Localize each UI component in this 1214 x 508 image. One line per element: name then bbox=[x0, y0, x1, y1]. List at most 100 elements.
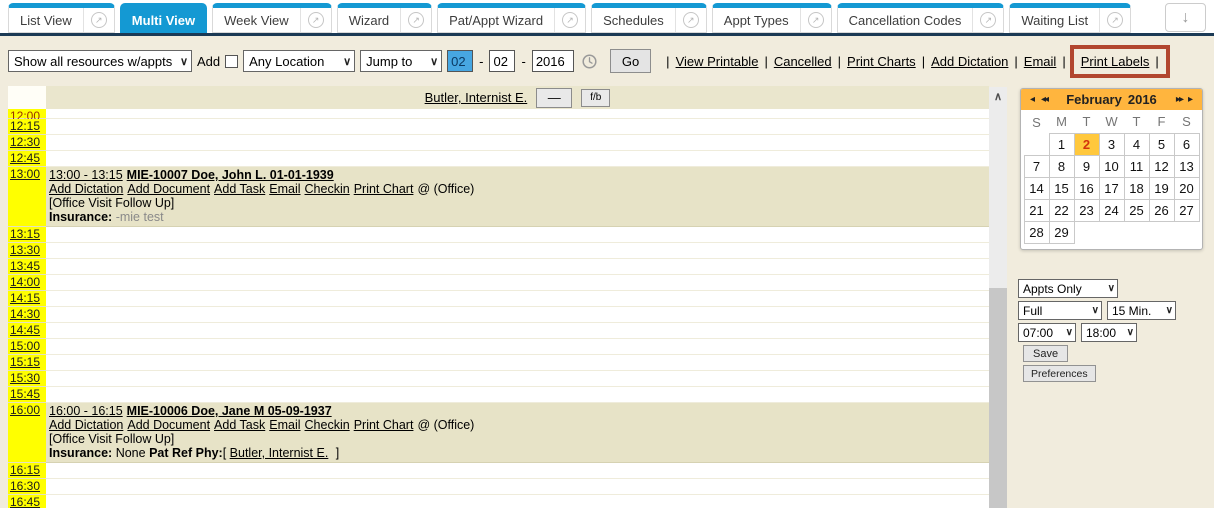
tab-schedules[interactable]: Schedules↗ bbox=[591, 3, 707, 33]
tab-cancellation-codes[interactable]: Cancellation Codes↗ bbox=[837, 3, 1005, 33]
day-cell-3[interactable]: 3 bbox=[1099, 133, 1124, 155]
day-cell-23[interactable]: 23 bbox=[1074, 199, 1099, 221]
next-year-icon[interactable]: ▸▸ bbox=[1173, 94, 1185, 105]
day-cell-2[interactable]: 2 bbox=[1074, 133, 1099, 155]
action-link-print-charts[interactable]: Print Charts bbox=[847, 54, 916, 69]
view-mode-select[interactable]: Appts Only ∨ bbox=[1018, 279, 1118, 298]
empty-slot[interactable] bbox=[46, 339, 989, 355]
tab-icon-section[interactable]: ↗ bbox=[400, 8, 431, 32]
appt-action-email[interactable]: Email bbox=[269, 182, 300, 196]
time-link[interactable]: 15:00 bbox=[10, 339, 40, 353]
time-link[interactable]: 12:45 bbox=[10, 151, 40, 165]
day-cell-21[interactable]: 21 bbox=[1024, 199, 1049, 221]
day-cell-11[interactable]: 11 bbox=[1124, 155, 1149, 177]
day-cell-17[interactable]: 17 bbox=[1099, 177, 1124, 199]
time-link[interactable]: 14:15 bbox=[10, 291, 40, 305]
date-day-input[interactable]: 02 bbox=[489, 50, 515, 72]
time-link[interactable]: 16:00 bbox=[10, 403, 40, 417]
tab-appt-types[interactable]: Appt Types↗ bbox=[712, 3, 832, 33]
day-cell-9[interactable]: 9 bbox=[1074, 155, 1099, 177]
interval-select[interactable]: 15 Min. ∨ bbox=[1107, 301, 1176, 320]
appt-action-print-chart[interactable]: Print Chart bbox=[354, 418, 414, 432]
day-cell-20[interactable]: 20 bbox=[1174, 177, 1199, 199]
patient-link[interactable]: MIE-10007 Doe, John L. 01-01-1939 bbox=[127, 168, 334, 182]
empty-slot[interactable] bbox=[46, 119, 989, 135]
action-link-print-labels[interactable]: Print Labels bbox=[1081, 54, 1150, 69]
appt-action-checkin[interactable]: Checkin bbox=[305, 418, 350, 432]
empty-slot[interactable] bbox=[46, 463, 989, 479]
empty-slot[interactable] bbox=[46, 495, 989, 508]
time-link[interactable]: 16:15 bbox=[10, 463, 40, 477]
time-link[interactable]: 13:45 bbox=[10, 259, 40, 273]
empty-slot[interactable] bbox=[46, 109, 989, 119]
day-cell-18[interactable]: 18 bbox=[1124, 177, 1149, 199]
time-link[interactable]: 13:30 bbox=[10, 243, 40, 257]
collapse-column-button[interactable]: — bbox=[536, 88, 572, 108]
day-cell-4[interactable]: 4 bbox=[1124, 133, 1149, 155]
time-link[interactable]: 12:00 bbox=[10, 109, 40, 119]
empty-slot[interactable] bbox=[46, 275, 989, 291]
next-month-icon[interactable]: ▸ bbox=[1185, 94, 1196, 105]
action-link-email[interactable]: Email bbox=[1024, 54, 1057, 69]
action-link-cancelled[interactable]: Cancelled bbox=[774, 54, 832, 69]
save-button[interactable]: Save bbox=[1023, 345, 1068, 362]
empty-slot[interactable] bbox=[46, 243, 989, 259]
display-size-select[interactable]: Full ∨ bbox=[1018, 301, 1102, 320]
tab-waiting-list[interactable]: Waiting List↗ bbox=[1009, 3, 1131, 33]
tab-icon-section[interactable]: ↗ bbox=[1099, 8, 1130, 32]
tab-icon-section[interactable]: ↗ bbox=[972, 8, 1003, 32]
prev-month-icon[interactable]: ◂ bbox=[1027, 94, 1038, 105]
time-link[interactable]: 15:15 bbox=[10, 355, 40, 369]
appt-action-print-chart[interactable]: Print Chart bbox=[354, 182, 414, 196]
time-link[interactable]: 12:15 bbox=[10, 119, 40, 133]
appt-action-email[interactable]: Email bbox=[269, 418, 300, 432]
panel-scroll-down-button[interactable]: ↓ bbox=[1165, 3, 1206, 32]
add-checkbox[interactable] bbox=[225, 55, 238, 68]
tab-icon-section[interactable]: ↗ bbox=[554, 8, 585, 32]
resource-filter-select[interactable]: Show all resources w/appts ∨ bbox=[8, 50, 192, 72]
date-month-input[interactable]: 02 bbox=[447, 50, 473, 72]
day-end-select[interactable]: 18:00 ∨ bbox=[1081, 323, 1137, 342]
day-cell-6[interactable]: 6 bbox=[1174, 133, 1199, 155]
appointment-time-range-link[interactable]: 13:00 - 13:15 bbox=[49, 168, 123, 182]
time-link[interactable]: 13:00 bbox=[10, 167, 40, 181]
day-cell-22[interactable]: 22 bbox=[1049, 199, 1074, 221]
clock-icon[interactable] bbox=[582, 54, 597, 69]
day-cell-10[interactable]: 10 bbox=[1099, 155, 1124, 177]
day-cell-12[interactable]: 12 bbox=[1149, 155, 1174, 177]
day-cell-15[interactable]: 15 bbox=[1049, 177, 1074, 199]
tab-week-view[interactable]: Week View↗ bbox=[212, 3, 332, 33]
day-cell-27[interactable]: 27 bbox=[1174, 199, 1199, 221]
go-button[interactable]: Go bbox=[610, 49, 651, 73]
tab-icon-section[interactable]: ↗ bbox=[675, 8, 706, 32]
tab-multi-view[interactable]: Multi View bbox=[120, 3, 207, 33]
empty-slot[interactable] bbox=[46, 387, 989, 403]
tab-icon-section[interactable]: ↗ bbox=[300, 8, 331, 32]
day-start-select[interactable]: 07:00 ∨ bbox=[1018, 323, 1076, 342]
appt-action-add-document[interactable]: Add Document bbox=[127, 182, 210, 196]
appt-action-checkin[interactable]: Checkin bbox=[305, 182, 350, 196]
empty-slot[interactable] bbox=[46, 323, 989, 339]
action-link-add-dictation[interactable]: Add Dictation bbox=[931, 54, 1008, 69]
time-link[interactable]: 16:30 bbox=[10, 479, 40, 493]
tab-wizard[interactable]: Wizard↗ bbox=[337, 3, 432, 33]
day-cell-29[interactable]: 29 bbox=[1049, 221, 1074, 243]
day-cell-5[interactable]: 5 bbox=[1149, 133, 1174, 155]
empty-slot[interactable] bbox=[46, 479, 989, 495]
preferences-button[interactable]: Preferences bbox=[1023, 365, 1096, 382]
day-cell-1[interactable]: 1 bbox=[1049, 133, 1074, 155]
tab-icon-section[interactable]: ↗ bbox=[800, 8, 831, 32]
appointment-time-range-link[interactable]: 16:00 - 16:15 bbox=[49, 404, 123, 418]
appt-action-add-dictation[interactable]: Add Dictation bbox=[49, 182, 123, 196]
patient-link[interactable]: MIE-10006 Doe, Jane M 05-09-1937 bbox=[127, 404, 332, 418]
day-cell-28[interactable]: 28 bbox=[1024, 221, 1049, 243]
empty-slot[interactable] bbox=[46, 355, 989, 371]
appt-action-add-task[interactable]: Add Task bbox=[214, 418, 265, 432]
empty-slot[interactable] bbox=[46, 135, 989, 151]
time-link[interactable]: 15:45 bbox=[10, 387, 40, 401]
time-link[interactable]: 14:30 bbox=[10, 307, 40, 321]
appt-action-add-task[interactable]: Add Task bbox=[214, 182, 265, 196]
empty-slot[interactable] bbox=[46, 151, 989, 167]
time-link[interactable]: 15:30 bbox=[10, 371, 40, 385]
location-filter-select[interactable]: Any Location ∨ bbox=[243, 50, 355, 72]
